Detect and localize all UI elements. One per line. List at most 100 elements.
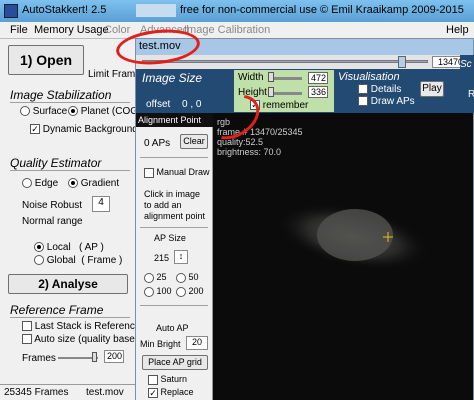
frame-slider-thumb[interactable] <box>398 56 406 68</box>
frames-slider-thumb[interactable] <box>92 352 97 362</box>
play-button[interactable]: Play <box>420 81 444 97</box>
redacted-version <box>136 4 176 17</box>
draw-aps-checkbox[interactable]: ✓ <box>358 96 368 107</box>
saturn-image <box>276 203 430 271</box>
draw-aps-option[interactable]: ✓ Draw APs <box>358 96 415 107</box>
manual-draw-option[interactable]: Manual Draw <box>144 167 210 178</box>
ap-size-200[interactable]: 200 <box>176 286 204 297</box>
global-option[interactable]: Global ( Frame ) <box>34 255 122 266</box>
status-frames: 25345 Frames <box>4 387 69 398</box>
ap-size-25[interactable]: 25 <box>144 272 167 283</box>
image-view[interactable]: rgb frame # 13470/25345 quality:52.5 bri… <box>213 113 473 400</box>
menu-help[interactable]: Help <box>446 24 469 36</box>
r-label: R <box>468 89 474 100</box>
dynamic-background-option[interactable]: ✓ Dynamic Background <box>30 124 138 135</box>
replace-checkbox[interactable]: ✓ <box>148 387 158 398</box>
image-stabilization-title: Image Stabilization <box>10 88 112 102</box>
image-size-title: Image Size <box>142 71 203 85</box>
dynamic-background-checkbox[interactable]: ✓ <box>30 124 40 135</box>
last-stack-option[interactable]: Last Stack is Reference <box>22 321 140 332</box>
details-checkbox[interactable]: ✓ <box>358 84 368 95</box>
ap-count: 0 APs <box>144 138 171 149</box>
instruction-line: to add an <box>144 200 182 210</box>
app-icon <box>4 4 18 18</box>
ap-size-100[interactable]: 100 <box>144 286 172 297</box>
width-label: Width <box>238 72 264 83</box>
ap-instructions: Click in image to add an alignment point <box>144 189 205 222</box>
manual-draw-checkbox[interactable] <box>144 167 154 178</box>
instruction-line: Click in image <box>144 189 201 199</box>
frames-label: Frames <box>22 353 56 364</box>
frames-input[interactable]: 200 <box>104 350 124 363</box>
menu-color[interactable]: Color <box>104 24 130 36</box>
app-subtitle: free for non-commercial use © Emil Kraai… <box>180 4 464 16</box>
instruction-line: alignment point <box>144 211 206 221</box>
menu-memory-usage[interactable]: Memory Usage <box>34 24 109 36</box>
width-input[interactable]: 472 <box>308 72 328 84</box>
surface-radio[interactable] <box>20 106 30 117</box>
menu-bar: File Memory Usage Color Advanced Image C… <box>0 22 474 39</box>
left-control-panel: 1) Open Limit Frames Image Stabilization… <box>0 39 146 400</box>
noise-robust-spinner[interactable]: 4 <box>92 196 110 212</box>
gradient-option[interactable]: Gradient <box>68 178 119 189</box>
alignment-point-panel: Alignment Point 0 APs Clear Manual Draw … <box>136 113 213 400</box>
auto-size-checkbox[interactable] <box>22 334 32 345</box>
planet-radio[interactable] <box>68 106 78 117</box>
quality-estimator-title: Quality Estimator <box>10 156 102 170</box>
image-size-panel: Image Size offset 0 , 0 Width Height 472… <box>136 69 474 113</box>
auto-size-option[interactable]: Auto size (quality based) <box>22 334 144 345</box>
global-radio[interactable] <box>34 255 44 266</box>
normal-range-label: Normal range <box>22 216 83 227</box>
ap-size-200-radio[interactable] <box>176 286 186 297</box>
last-stack-checkbox[interactable] <box>22 321 32 332</box>
edge-radio[interactable] <box>22 178 32 189</box>
offset-label: offset <box>146 99 171 110</box>
offset-value: 0 , 0 <box>182 99 202 110</box>
ap-size-spinner[interactable]: ↕ <box>174 250 188 264</box>
frame-slider-row: 13470 <box>136 55 473 69</box>
alignment-point-header: Alignment Point <box>136 113 213 127</box>
edge-option[interactable]: Edge <box>22 178 58 189</box>
status-bar: 25345 Frames test.mov <box>0 384 135 400</box>
analyse-button[interactable]: 2) Analyse <box>8 274 128 294</box>
status-file: test.mov <box>86 387 124 398</box>
width-slider-thumb[interactable] <box>268 72 274 82</box>
divider <box>10 102 130 103</box>
ap-size-25-radio[interactable] <box>144 272 154 283</box>
min-bright-label: Min Bright <box>140 339 181 349</box>
divider <box>140 157 208 158</box>
visualisation-title: Visualisation <box>338 71 400 83</box>
planet-option[interactable]: Planet (COG) <box>68 106 141 117</box>
local-radio[interactable] <box>34 242 44 253</box>
replace-option[interactable]: ✓ Replace <box>148 387 194 398</box>
divider <box>140 227 208 228</box>
image-window: test.mov 13470 Sc Image Size offset 0 , … <box>135 38 474 400</box>
menu-image-calibration[interactable]: Image Calibration <box>184 24 270 36</box>
clear-button[interactable]: Clear <box>180 134 208 149</box>
min-bright-spinner[interactable]: 20 <box>186 336 208 350</box>
divider <box>140 305 208 306</box>
ap-size-100-radio[interactable] <box>144 286 154 297</box>
ap-size-value: 215 <box>154 253 170 263</box>
frame-slider[interactable] <box>142 60 428 63</box>
noise-robust-label: Noise Robust <box>22 200 83 211</box>
ap-size-label: AP Size <box>154 233 186 243</box>
saturn-option[interactable]: Saturn <box>148 374 187 385</box>
gradient-radio[interactable] <box>68 178 78 189</box>
open-button[interactable]: 1) Open <box>8 45 84 75</box>
details-option[interactable]: ✓ Details <box>358 84 401 95</box>
local-option[interactable]: Local ( AP ) <box>34 242 104 253</box>
divider <box>10 317 130 318</box>
place-ap-grid-button[interactable]: Place AP grid <box>142 355 208 370</box>
reference-frame-title: Reference Frame <box>10 303 104 317</box>
menu-file[interactable]: File <box>10 24 28 36</box>
surface-option[interactable]: Surface <box>20 106 67 117</box>
ap-size-50[interactable]: 50 <box>176 272 199 283</box>
ap-size-50-radio[interactable] <box>176 272 186 283</box>
auto-ap-label: Auto AP <box>156 323 189 333</box>
height-slider-thumb[interactable] <box>268 87 274 97</box>
saturn-checkbox[interactable] <box>148 374 158 385</box>
height-input[interactable]: 336 <box>308 86 328 98</box>
divider <box>10 170 130 171</box>
title-bar: AutoStakkert! 2.5 free for non-commercia… <box>0 0 474 22</box>
